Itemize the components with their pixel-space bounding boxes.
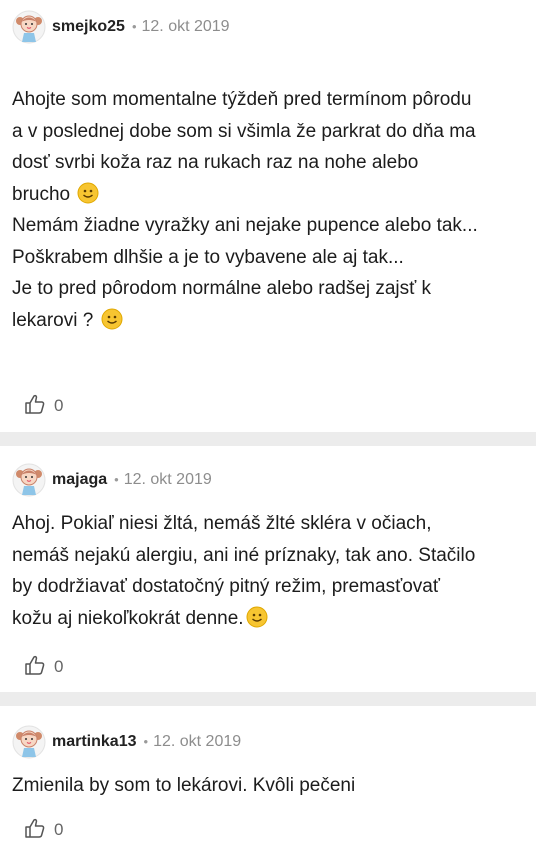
- post-separator: [0, 432, 536, 446]
- text-line: Ahoj. Pokiaľ niesi žltá, nemáš žlté sklé…: [12, 513, 432, 534]
- text-line: Ahojte som momentalne týždeň pred termín…: [12, 89, 472, 110]
- post-date: 12. okt 2019: [153, 733, 242, 750]
- username[interactable]: majaga: [52, 471, 107, 488]
- username[interactable]: smejko25: [52, 18, 125, 35]
- post-meta: smejko25 • 12. okt 2019: [52, 17, 230, 37]
- meta-separator: •: [114, 472, 119, 487]
- meta-separator: •: [143, 734, 149, 749]
- text-line: Poškrabem dlhšie a je to vybavene ale aj…: [12, 246, 404, 268]
- text-line: Zmienila by som to lekárovi. Kvôli pečen…: [12, 775, 356, 796]
- post-1: smejko25 • 12. okt 2019 Ahojte som momenta…: [0, 0, 536, 432]
- avatar-icon[interactable]: [12, 10, 46, 44]
- smiley-emoji-icon: [101, 308, 123, 329]
- post-3: martinka13 • 12. okt 2019 Zmienila by som …: [0, 706, 536, 848]
- smiley-emoji-icon: [77, 182, 99, 203]
- text-line-with-emoji: brucho: [12, 179, 532, 211]
- avatar-icon[interactable]: [12, 463, 46, 497]
- avatar-icon[interactable]: [12, 725, 46, 759]
- post-text: Ahoj. Pokiaľ niesi žltá, nemáš žlté sklé…: [12, 508, 532, 634]
- thumbs-up-icon: [25, 394, 45, 414]
- post-text: Zmienila by som to lekárovi. Kvôli pečen…: [12, 770, 532, 802]
- post-meta: martinka13 • 12. okt 2019: [52, 732, 241, 752]
- text-line: lekarovi ?: [12, 309, 94, 331]
- like-count: 0: [54, 820, 64, 839]
- text-line: Je to pred pôrodom normálne alebo radšej…: [12, 278, 432, 299]
- text-line: Nemám žiadne vyražky ani nejake pupence …: [12, 215, 478, 236]
- post-separator: [0, 692, 536, 706]
- meta-separator: •: [131, 19, 137, 34]
- post-text: Ahojte som momentalne týždeň pred termín…: [12, 84, 532, 336]
- thumbs-up-icon: [25, 818, 45, 838]
- like-button[interactable]: 0: [24, 817, 63, 841]
- text-line: by dodržiavať dostatočný pitný režim, pr…: [12, 576, 440, 597]
- like-button[interactable]: 0: [24, 654, 63, 678]
- text-line: nemáš nejakú alergiu, ani iné príznaky, …: [12, 544, 476, 566]
- thumbs-up-icon: [25, 655, 45, 675]
- text-line: brucho: [12, 183, 71, 205]
- text-line: dosť svrbi koža raz na rukach raz na noh…: [12, 152, 419, 173]
- smiley-emoji-icon: [246, 606, 268, 627]
- text-line: a v poslednej dobe som si všimla že park…: [12, 120, 476, 142]
- text-line-with-emoji: lekarovi ?: [12, 305, 532, 337]
- username[interactable]: martinka13: [52, 733, 137, 750]
- text-line: kožu aj niekoľkokrát denne.: [12, 607, 244, 629]
- post-date: 12. okt 2019: [123, 471, 212, 488]
- like-count: 0: [54, 396, 64, 415]
- post-meta: majaga • 12. okt 2019: [52, 470, 212, 490]
- post-date: 12. okt 2019: [141, 18, 230, 35]
- like-count: 0: [54, 657, 64, 676]
- text-line-with-emoji: kožu aj niekoľkokrát denne.: [12, 603, 532, 635]
- like-button[interactable]: 0: [24, 393, 63, 417]
- post-2: majaga • 12. okt 2019 Ahoj. Pokiaľ niesi ž…: [0, 446, 536, 692]
